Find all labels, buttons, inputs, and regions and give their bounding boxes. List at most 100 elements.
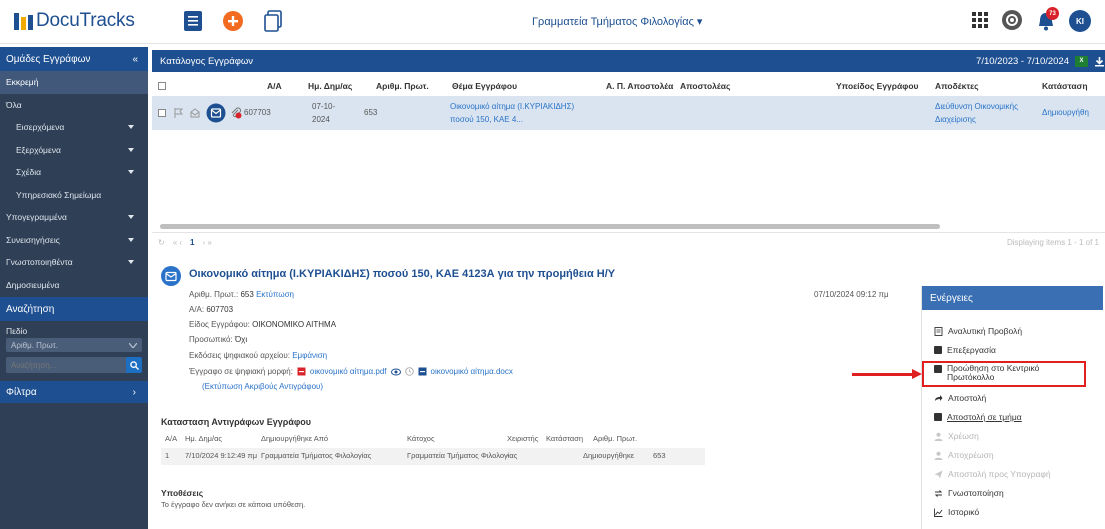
date-range[interactable]: 7/10/2023 - 7/10/2024 bbox=[976, 56, 1069, 67]
history-clock-icon[interactable] bbox=[404, 367, 414, 376]
col-subject[interactable]: Θέμα Εγγράφου bbox=[452, 81, 517, 91]
page-next-icon[interactable]: › » bbox=[203, 238, 212, 247]
col-status[interactable]: Κατάσταση bbox=[1042, 81, 1088, 91]
sidebar-title: Ομάδες Εγγράφων bbox=[6, 53, 91, 65]
view-eye-icon[interactable] bbox=[390, 368, 401, 376]
document-icon bbox=[934, 327, 943, 336]
sidebar-item-all[interactable]: Όλα bbox=[0, 94, 148, 117]
cases-title: Υποθέσεις bbox=[161, 488, 204, 498]
mail-open-icon bbox=[190, 108, 200, 120]
sidebar-item-co-proposals[interactable]: Συνεισηγήσεις bbox=[0, 229, 148, 252]
copy-documents-icon[interactable] bbox=[260, 8, 286, 34]
copies-title: Κατασταση Αντιγράφων Εγγράφου bbox=[161, 417, 312, 427]
sidebar-item-memo[interactable]: Υπηρεσιακό Σημείωμα bbox=[0, 184, 148, 207]
search-input[interactable] bbox=[6, 357, 126, 373]
search-field-select[interactable]: Αριθμ. Πρωτ. bbox=[6, 338, 142, 352]
print-exact-copy-link[interactable]: (Εκτύπωση Ακριβούς Αντιγράφου) bbox=[202, 382, 323, 391]
row-recipients-line1[interactable]: Διεύθυνση Οικονομικής bbox=[935, 102, 1018, 111]
chevron-down-icon[interactable] bbox=[128, 237, 134, 242]
row-date-line1: 07-10- bbox=[312, 102, 336, 111]
sidebar-item-signed[interactable]: Υπογεγραμμένα bbox=[0, 206, 148, 229]
cases-text: Το έγγραφο δεν ανήκει σε κάποια υπόθεση. bbox=[161, 500, 306, 509]
col-sender-prot[interactable]: Α. Π. Αποστολέα bbox=[606, 81, 673, 91]
search-field-label: Πεδίο bbox=[6, 326, 28, 336]
sidebar-collapse-icon[interactable]: « bbox=[132, 54, 138, 65]
select-all-checkbox[interactable] bbox=[158, 82, 166, 90]
document-date: 07/10/2024 09:12 πμ bbox=[814, 290, 889, 299]
notifications-bell-icon[interactable]: 73 bbox=[1035, 7, 1059, 32]
action-send-to-department[interactable]: Αποστολή σε τμήμα bbox=[934, 412, 1022, 422]
chevron-down-icon[interactable] bbox=[128, 260, 134, 265]
meta-personal: Προσωπικό: Όχι bbox=[189, 335, 248, 344]
action-edit[interactable]: Επεξεργασία bbox=[934, 345, 996, 355]
user-avatar[interactable]: KI bbox=[1069, 10, 1091, 32]
horizontal-scrollbar[interactable] bbox=[160, 224, 940, 229]
action-detailed-view[interactable]: Αναλυτική Προβολή bbox=[934, 326, 1022, 336]
sidebar-item-notified[interactable]: Γνωστοποιηθέντα bbox=[0, 251, 148, 274]
chevron-right-icon: › bbox=[132, 386, 136, 398]
table-row[interactable]: 607703 07-10- 2024 653 Οικονομικό αίτημα… bbox=[152, 96, 1105, 130]
scrollbar-thumb[interactable] bbox=[160, 224, 940, 229]
settings-gear-icon[interactable] bbox=[1001, 9, 1023, 33]
excel-export-icon[interactable]: X bbox=[1075, 55, 1088, 67]
department-icon bbox=[934, 413, 942, 421]
refresh-icon[interactable]: ↻ bbox=[158, 238, 165, 247]
col-recipients[interactable]: Αποδέκτες bbox=[935, 81, 979, 91]
show-versions-link[interactable]: Εμφάνιση bbox=[292, 351, 327, 360]
copies-table-header: Α/Α Ημ. Δημ/ας Δημιουργήθηκε Από Κάτοχος… bbox=[165, 434, 638, 443]
pdf-file-link[interactable]: οικονομικό αίτημα.pdf bbox=[310, 367, 387, 376]
apps-grid-icon[interactable] bbox=[971, 11, 989, 31]
org-selector[interactable]: Γραμματεία Τμήματος Φιλολογίας ▾ bbox=[532, 15, 702, 28]
col-prot[interactable]: Αριθμ. Πρωτ. bbox=[376, 81, 429, 91]
sidebar-item-pending[interactable]: Εκκρεμή bbox=[0, 71, 148, 94]
search-button[interactable] bbox=[126, 357, 142, 373]
col-subtype[interactable]: Υποείδος Εγγράφου bbox=[836, 81, 919, 91]
row-status[interactable]: Δημιουργήθη bbox=[1042, 108, 1089, 117]
documents-icon[interactable] bbox=[180, 8, 206, 34]
actions-title: Ενέργειες bbox=[922, 286, 1103, 310]
docx-file-link[interactable]: οικονομικό αίτημα.docx bbox=[431, 367, 513, 376]
meta-type: Είδος Εγγράφου: ΟΙΚΟΝΟΜΙΚΟ ΑΙΤΗΜΑ bbox=[189, 320, 337, 329]
action-notify[interactable]: Γνωστοποίηση bbox=[934, 488, 1004, 498]
col-aa[interactable]: Α/Α bbox=[267, 81, 282, 91]
annotation-arrow-line bbox=[852, 373, 914, 376]
chevron-down-icon[interactable] bbox=[128, 125, 134, 130]
document-title: Οικονομικό αίτημα (Ι.ΚΥΡΙΑΚΙΔΗΣ) ποσού 1… bbox=[189, 268, 616, 280]
row-prot: 653 bbox=[364, 108, 378, 117]
action-history[interactable]: Ιστορικό bbox=[934, 507, 979, 517]
chevron-down-icon[interactable] bbox=[128, 170, 134, 175]
sidebar-item-incoming[interactable]: Εισερχόμενα bbox=[0, 116, 148, 139]
edit-icon bbox=[934, 346, 942, 354]
row-aa: 607703 bbox=[244, 108, 271, 117]
sidebar-item-outgoing[interactable]: Εξερχόμενα bbox=[0, 139, 148, 162]
flag-icon[interactable] bbox=[174, 108, 184, 120]
user-toolbar: 73 KI bbox=[971, 7, 1091, 33]
new-document-icon[interactable] bbox=[220, 8, 246, 34]
actions-panel: Ενέργειες Αναλυτική Προβολή Επεξεργασία … bbox=[921, 286, 1103, 529]
col-date[interactable]: Ημ. Δημ/ας bbox=[308, 81, 352, 91]
attachment-icon bbox=[230, 107, 242, 121]
col-sender[interactable]: Αποστολέας bbox=[680, 81, 730, 91]
sidebar-header: Ομάδες Εγγράφων « bbox=[0, 47, 148, 71]
app-logo[interactable]: DocuTracks bbox=[14, 10, 135, 32]
row-checkbox[interactable] bbox=[158, 109, 166, 117]
action-charge[interactable]: Χρέωση bbox=[934, 431, 979, 441]
chevron-down-icon[interactable] bbox=[128, 147, 134, 152]
action-send[interactable]: Αποστολή bbox=[934, 393, 986, 403]
download-icon[interactable] bbox=[1094, 56, 1105, 67]
action-uncharge[interactable]: Αποχρέωση bbox=[934, 450, 994, 460]
filters-section[interactable]: Φίλτρα › bbox=[0, 381, 148, 403]
user-icon bbox=[934, 432, 943, 441]
action-send-for-signature[interactable]: Αποστολή προς Υπογραφή bbox=[934, 469, 1051, 479]
notify-icon bbox=[934, 490, 943, 497]
row-subject-line1[interactable]: Οικονομικό αίτημα (Ι.ΚΥΡΙΑΚΙΔΗΣ) bbox=[450, 102, 574, 111]
sidebar-item-drafts[interactable]: Σχέδια bbox=[0, 161, 148, 184]
page-prev-icon[interactable]: « ‹ bbox=[173, 238, 182, 247]
prot-print-link[interactable]: Εκτύπωση bbox=[256, 290, 294, 299]
row-recipients-line2[interactable]: Διαχείρισης bbox=[935, 115, 976, 124]
notification-count-badge: 73 bbox=[1046, 7, 1059, 20]
current-page[interactable]: 1 bbox=[190, 238, 194, 247]
chevron-down-icon[interactable] bbox=[128, 215, 134, 220]
row-subject-line2[interactable]: ποσού 150, ΚΑΕ 4... bbox=[450, 115, 523, 124]
sidebar-item-published[interactable]: Δημοσιευμένα bbox=[0, 274, 148, 297]
